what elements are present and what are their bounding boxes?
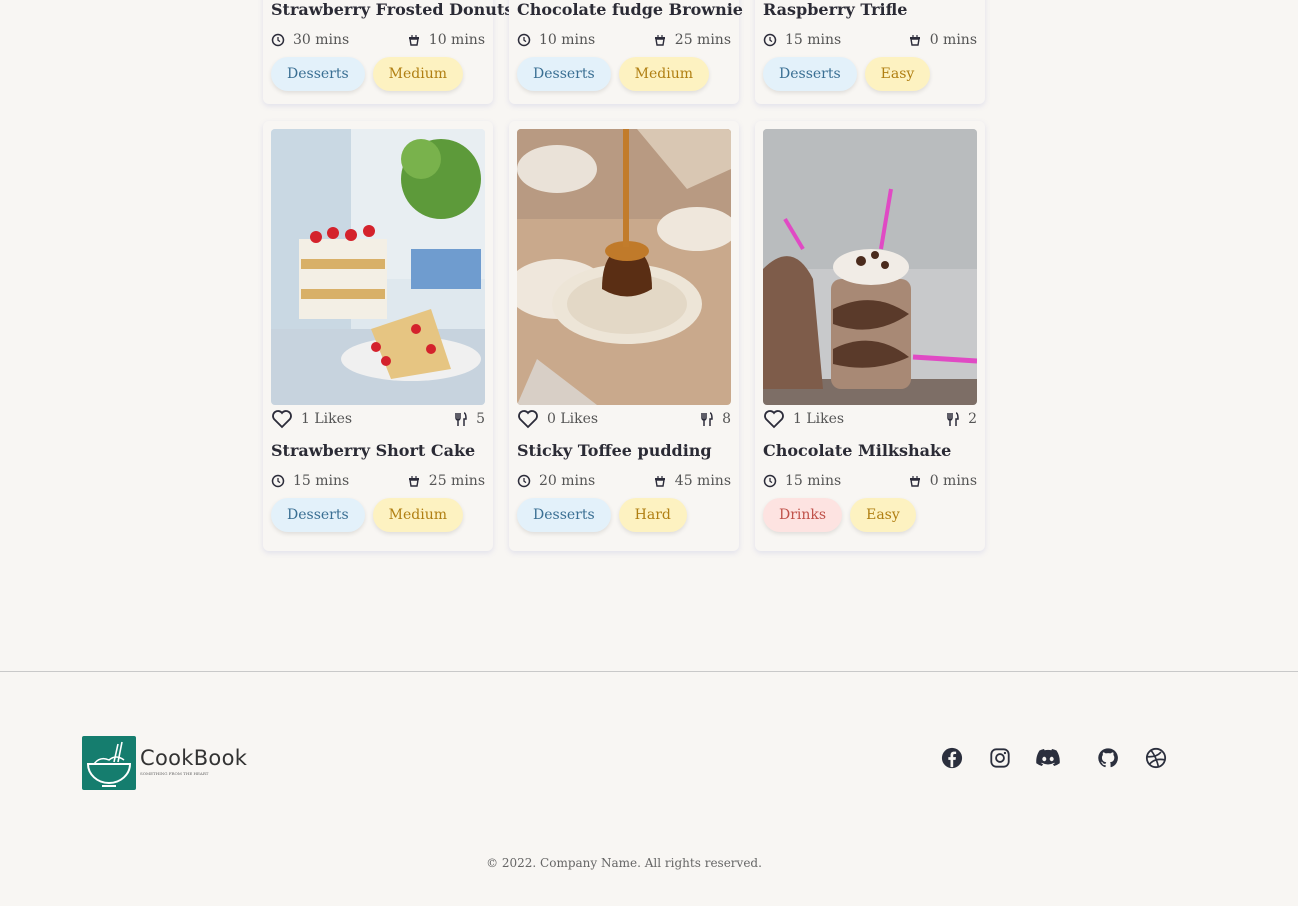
recipe-title[interactable]: Raspberry Trifle	[763, 0, 907, 19]
difficulty-badge[interactable]: Medium	[618, 57, 710, 91]
footer-divider	[0, 671, 1298, 672]
footer-logo[interactable]: CookBook SOMETHING FROM THE HEART	[82, 736, 247, 790]
cooking-pot-icon	[654, 476, 665, 487]
clock-icon	[517, 33, 531, 47]
recipe-card[interactable]: 1 Likes 2 Chocolate Milkshake 15 mins 0 …	[755, 121, 985, 551]
likes-count: 0 Likes	[547, 411, 599, 427]
recipe-times: 15 mins 0 mins	[763, 30, 977, 50]
recipe-tags: Desserts Medium	[271, 498, 464, 532]
recipe-title[interactable]: Chocolate fudge Brownie	[517, 0, 743, 19]
clock-icon	[763, 474, 777, 488]
servings-count: 5	[476, 411, 485, 427]
recipe-tags: Desserts Hard	[517, 498, 687, 532]
toffee-pudding-image	[517, 129, 731, 405]
prep-time: 15 mins	[785, 32, 842, 48]
likes-count: 1 Likes	[301, 411, 353, 427]
clock-icon	[271, 474, 285, 488]
recipe-tags: Desserts Easy	[763, 57, 931, 91]
category-badge[interactable]: Desserts	[517, 498, 611, 532]
instagram-icon[interactable]	[989, 746, 1011, 770]
prep-time: 15 mins	[293, 473, 350, 489]
cooking-pot-icon	[909, 35, 920, 46]
recipe-title[interactable]: Chocolate Milkshake	[763, 441, 951, 460]
brand-tagline: SOMETHING FROM THE HEART	[140, 771, 209, 776]
discord-icon[interactable]	[1035, 746, 1061, 770]
recipe-card[interactable]: 0 Likes 8 Sticky Toffee pudding 20 mins …	[509, 121, 739, 551]
recipe-stats: 1 Likes 5	[271, 409, 485, 429]
difficulty-badge[interactable]: Medium	[372, 498, 464, 532]
clock-icon	[271, 33, 285, 47]
recipe-tags: Desserts Medium	[271, 57, 464, 91]
recipe-image[interactable]	[517, 129, 731, 405]
cook-time: 0 mins	[929, 473, 977, 489]
category-badge[interactable]: Desserts	[763, 57, 857, 91]
recipe-title[interactable]: Strawberry Short Cake	[271, 441, 475, 460]
strawberry-cake-image	[271, 129, 485, 405]
cooking-pot-icon	[654, 35, 665, 46]
difficulty-badge[interactable]: Hard	[618, 498, 687, 532]
bowl-logo-icon	[82, 736, 136, 790]
heart-icon[interactable]	[271, 409, 293, 429]
difficulty-badge[interactable]: Easy	[864, 57, 931, 91]
copyright-text: © 2022. Company Name. All rights reserve…	[486, 856, 762, 870]
recipe-times: 15 mins 0 mins	[763, 471, 977, 491]
category-badge[interactable]: Desserts	[517, 57, 611, 91]
recipe-times: 20 mins 45 mins	[517, 471, 731, 491]
category-badge[interactable]: Desserts	[271, 498, 365, 532]
utensils-icon	[455, 412, 467, 426]
recipe-stats: 1 Likes 2	[763, 409, 977, 429]
cook-time: 0 mins	[929, 32, 977, 48]
servings-count: 2	[968, 411, 977, 427]
likes-count: 1 Likes	[793, 411, 845, 427]
prep-time: 30 mins	[293, 32, 350, 48]
cooking-pot-icon	[408, 35, 419, 46]
github-icon[interactable]	[1097, 746, 1119, 770]
recipe-tags: Desserts Medium	[517, 57, 710, 91]
recipe-times: 10 mins 25 mins	[517, 30, 731, 50]
recipe-stats: 0 Likes 8	[517, 409, 731, 429]
servings-count: 8	[722, 411, 731, 427]
brand-name: CookBook	[140, 746, 248, 770]
recipe-title[interactable]: Sticky Toffee pudding	[517, 441, 712, 460]
category-badge[interactable]: Drinks	[763, 498, 843, 532]
cook-time: 10 mins	[428, 32, 485, 48]
recipe-image[interactable]	[271, 129, 485, 405]
prep-time: 20 mins	[539, 473, 596, 489]
utensils-icon	[701, 412, 713, 426]
cooking-pot-icon	[909, 476, 920, 487]
heart-icon[interactable]	[763, 409, 785, 429]
cooking-pot-icon	[408, 476, 419, 487]
utensils-icon	[947, 412, 959, 426]
heart-icon[interactable]	[517, 409, 539, 429]
prep-time: 15 mins	[785, 473, 842, 489]
recipe-times: 15 mins 25 mins	[271, 471, 485, 491]
recipe-tags: Drinks Easy	[763, 498, 916, 532]
recipe-card[interactable]: 1 Likes 5 Strawberry Short Cake 15 mins …	[263, 121, 493, 551]
difficulty-badge[interactable]: Medium	[372, 57, 464, 91]
milkshake-image	[763, 129, 977, 405]
recipe-card[interactable]: Strawberry Frosted Donuts 30 mins 10 min…	[263, 0, 513, 104]
cook-time: 45 mins	[674, 473, 731, 489]
category-badge[interactable]: Desserts	[271, 57, 365, 91]
difficulty-badge[interactable]: Easy	[850, 498, 916, 532]
clock-icon	[517, 474, 531, 488]
recipe-times: 30 mins 10 mins	[271, 30, 485, 50]
cook-time: 25 mins	[674, 32, 731, 48]
recipe-card[interactable]: Raspberry Trifle 15 mins 0 mins Desserts…	[755, 0, 985, 104]
clock-icon	[763, 33, 777, 47]
recipe-card[interactable]: Chocolate fudge Brownie 10 mins 25 mins …	[509, 0, 743, 104]
recipe-image[interactable]	[763, 129, 977, 405]
facebook-icon[interactable]	[941, 746, 963, 770]
recipe-title[interactable]: Strawberry Frosted Donuts	[271, 0, 513, 19]
dribbble-icon[interactable]	[1145, 746, 1167, 770]
cook-time: 25 mins	[428, 473, 485, 489]
prep-time: 10 mins	[539, 32, 596, 48]
